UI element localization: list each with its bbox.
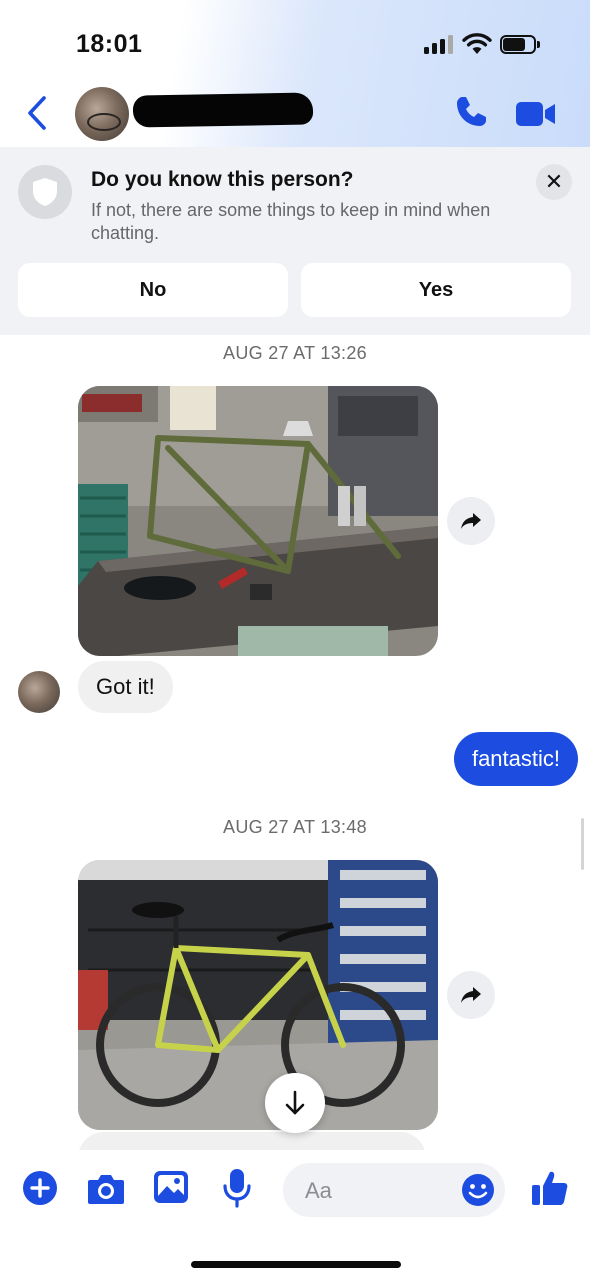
top-bar: 18:01 [0, 0, 590, 147]
yes-button[interactable]: Yes [301, 263, 571, 317]
banner-title: Do you know this person? [91, 168, 354, 191]
share-forward-icon[interactable] [447, 497, 495, 545]
outgoing-message-bubble[interactable]: fantastic! [453, 732, 578, 786]
emoji-icon[interactable] [461, 1173, 495, 1207]
status-time: 18:01 [76, 30, 143, 58]
wifi-icon [462, 33, 492, 54]
camera-icon[interactable] [86, 1172, 126, 1206]
home-indicator [191, 1261, 401, 1268]
timestamp: AUG 27 AT 13:26 [223, 343, 367, 363]
microphone-icon[interactable] [222, 1168, 252, 1208]
shield-icon [18, 165, 72, 219]
thumbs-up-icon[interactable] [530, 1168, 570, 1208]
bike-frame-photo [78, 386, 438, 656]
no-button[interactable]: No [18, 263, 288, 317]
cellular-signal-icon [424, 34, 454, 54]
photo-message-complete-bike[interactable] [78, 860, 438, 1130]
incoming-message-bubble[interactable]: Got it! [78, 661, 173, 713]
contact-avatar[interactable] [75, 87, 129, 141]
back-chevron-icon[interactable] [24, 94, 54, 132]
battery-icon [500, 35, 540, 54]
sender-avatar[interactable] [18, 671, 60, 713]
message-input-placeholder: Aa [305, 1178, 332, 1203]
plus-icon[interactable] [22, 1170, 58, 1206]
scroll-to-bottom-button[interactable] [265, 1073, 325, 1133]
image-icon[interactable] [153, 1170, 189, 1204]
close-icon[interactable]: ✕ [536, 164, 572, 200]
contact-name-redacted[interactable] [132, 92, 314, 128]
banner-subtitle: If not, there are some things to keep in… [91, 200, 491, 243]
share-forward-icon[interactable] [447, 971, 495, 1019]
video-camera-icon[interactable] [515, 99, 557, 129]
photo-message-bike-frame[interactable] [78, 386, 438, 656]
complete-bike-photo [78, 860, 438, 1130]
safety-banner: Do you know this person? If not, there a… [0, 147, 590, 335]
phone-icon[interactable] [453, 94, 489, 130]
message-input[interactable]: Aa [283, 1163, 505, 1217]
timestamp: AUG 27 AT 13:48 [223, 817, 367, 837]
arrow-down-icon [285, 1090, 305, 1115]
